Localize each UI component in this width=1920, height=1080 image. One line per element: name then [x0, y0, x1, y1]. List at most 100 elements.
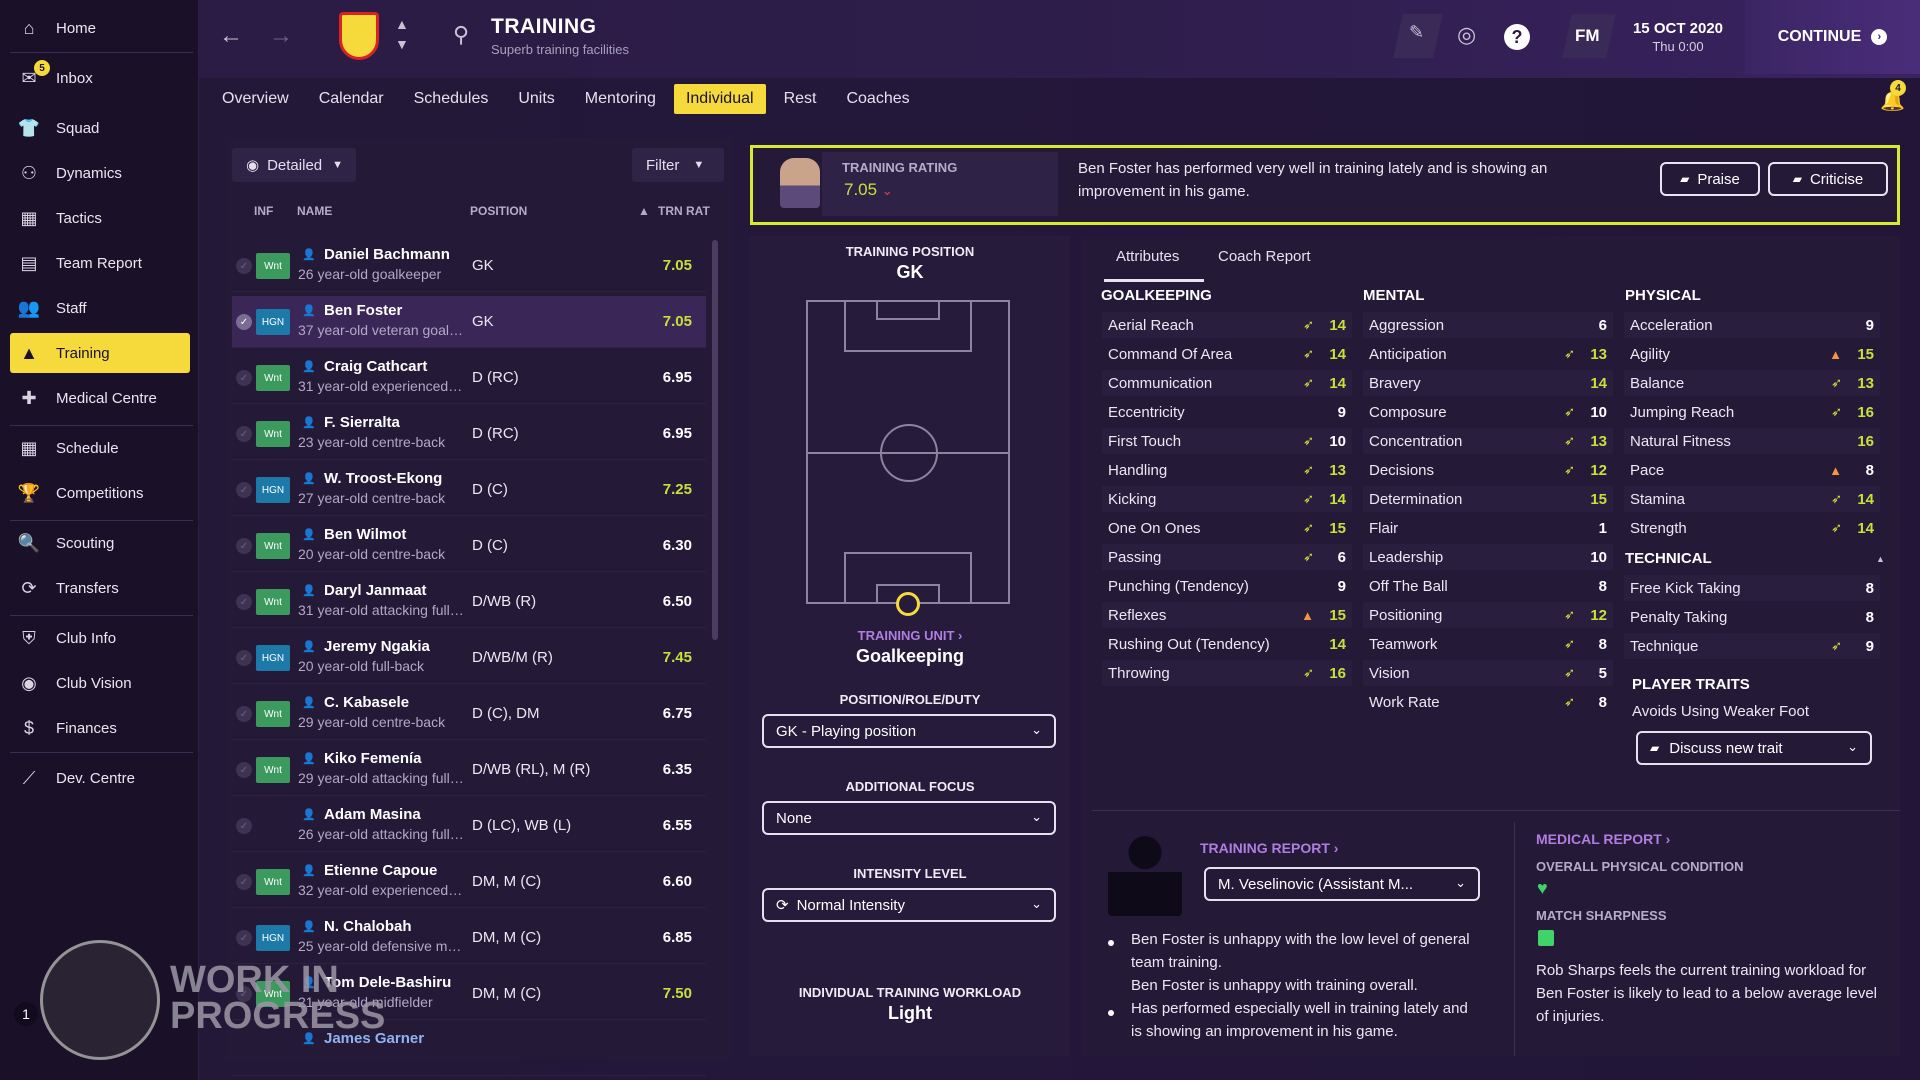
sidebar-item-finances[interactable]: $ Finances: [10, 708, 190, 748]
column-header-rating[interactable]: TRN RAT: [658, 204, 710, 218]
club-badge-icon[interactable]: [339, 12, 379, 60]
notifications-icon[interactable]: 🔔 4: [1880, 80, 1906, 113]
select-checkbox[interactable]: ✓: [236, 818, 252, 834]
sidebar-item-club-info[interactable]: ⛨ Club Info: [10, 618, 190, 658]
sidebar-item-competitions[interactable]: 🏆 Competitions: [10, 473, 190, 513]
player-name[interactable]: Daniel Bachmann: [324, 246, 450, 263]
select-checkbox[interactable]: ✓: [236, 426, 252, 442]
select-checkbox[interactable]: ✓: [236, 482, 252, 498]
sidebar-item-home[interactable]: ⌂ Home: [10, 8, 190, 48]
sidebar-item-dev-centre[interactable]: ⟋ Dev. Centre: [10, 758, 190, 798]
player-row[interactable]: ✓ 👤 Adam Masina 26 year-old attacking full-…: [232, 800, 706, 852]
attribute-row[interactable]: Handling ➶ 13: [1102, 457, 1352, 483]
list-scrollbar[interactable]: [712, 240, 718, 640]
sidebar-item-club-vision[interactable]: ◉ Club Vision: [10, 663, 190, 703]
date-display[interactable]: 15 OCT 2020 Thu 0:00: [1612, 0, 1744, 74]
sidebar-item-medical-centre[interactable]: ✚ Medical Centre: [10, 378, 190, 418]
attribute-row[interactable]: Positioning ➶ 12: [1363, 602, 1613, 628]
player-name[interactable]: Ben Wilmot: [324, 526, 406, 543]
training-report-link[interactable]: TRAINING REPORT ›: [1200, 840, 1338, 856]
collapse-icon[interactable]: ▲: [1876, 554, 1885, 564]
filter-button[interactable]: Filter ▼: [632, 148, 724, 182]
attribute-row[interactable]: Pace ▲ 8: [1624, 457, 1880, 483]
sidebar-item-transfers[interactable]: ⟳ Transfers: [10, 568, 190, 608]
select-checkbox[interactable]: ✓: [236, 762, 252, 778]
attribute-row[interactable]: Eccentricity 9: [1102, 399, 1352, 425]
attribute-row[interactable]: Passing ➶ 6: [1102, 544, 1352, 570]
attribute-row[interactable]: Aggression 6: [1363, 312, 1613, 338]
forward-arrow-icon[interactable]: →: [269, 22, 293, 50]
tab-coach-report[interactable]: Coach Report: [1218, 248, 1311, 265]
tab-schedules[interactable]: Schedules: [414, 84, 489, 114]
player-name[interactable]: Jeremy Ngakia: [324, 638, 430, 655]
attribute-row[interactable]: Reflexes ▲ 15: [1102, 602, 1352, 628]
tab-attributes[interactable]: Attributes: [1116, 248, 1179, 265]
search-icon[interactable]: ⚲: [453, 22, 469, 48]
attribute-row[interactable]: Punching (Tendency) 9: [1102, 573, 1352, 599]
attribute-row[interactable]: Natural Fitness 16: [1624, 428, 1880, 454]
attribute-row[interactable]: Penalty Taking 8: [1624, 604, 1880, 630]
attribute-row[interactable]: Bravery 14: [1363, 370, 1613, 396]
intensity-level-dropdown[interactable]: ⟳ Normal Intensity ⌄: [762, 888, 1056, 922]
player-row[interactable]: ✓ Wnt 👤 C. Kabasele 29 year-old centre-back D…: [232, 688, 706, 740]
attribute-row[interactable]: Rushing Out (Tendency) 14: [1102, 631, 1352, 657]
player-name[interactable]: Kiko Femenía: [324, 750, 422, 767]
select-checkbox[interactable]: ✓: [236, 650, 252, 666]
attribute-row[interactable]: Free Kick Taking 8: [1624, 575, 1880, 601]
tab-units[interactable]: Units: [518, 84, 554, 114]
help-icon[interactable]: ?: [1504, 24, 1530, 50]
tab-rest[interactable]: Rest: [784, 84, 817, 114]
select-checkbox[interactable]: ✓: [236, 314, 252, 330]
select-checkbox[interactable]: ✓: [236, 706, 252, 722]
pitch-diagram[interactable]: [806, 300, 1010, 616]
attribute-row[interactable]: First Touch ➶ 10: [1102, 428, 1352, 454]
sidebar-item-tactics[interactable]: ▦ Tactics: [10, 198, 190, 238]
column-header-inf[interactable]: INF: [254, 204, 273, 218]
attribute-row[interactable]: Balance ➶ 13: [1624, 370, 1880, 396]
player-row[interactable]: ✓ HGN 👤 Ben Foster 37 year-old veteran goalk…: [232, 296, 706, 348]
player-name[interactable]: N. Chalobah: [324, 918, 412, 935]
sidebar-item-inbox[interactable]: ✉ 5 Inbox: [10, 58, 190, 98]
player-name[interactable]: Adam Masina: [324, 806, 421, 823]
player-row[interactable]: ✓ Wnt 👤 Ben Wilmot 20 year-old centre-back D …: [232, 520, 706, 572]
player-name[interactable]: Etienne Capoue: [324, 862, 437, 879]
select-checkbox[interactable]: ✓: [236, 874, 252, 890]
sidebar-item-training[interactable]: ▲ Training: [10, 333, 190, 373]
select-checkbox[interactable]: ✓: [236, 930, 252, 946]
player-name[interactable]: Craig Cathcart: [324, 358, 427, 375]
player-row[interactable]: ✓ HGN 👤 Jeremy Ngakia 20 year-old full-back D…: [232, 632, 706, 684]
attribute-row[interactable]: Kicking ➶ 14: [1102, 486, 1352, 512]
player-name[interactable]: C. Kabasele: [324, 694, 409, 711]
discuss-trait-dropdown[interactable]: ▰ Discuss new trait ⌄: [1636, 731, 1872, 765]
player-name[interactable]: Daryl Janmaat: [324, 582, 427, 599]
column-header-name[interactable]: NAME: [297, 204, 332, 218]
medical-report-link[interactable]: MEDICAL REPORT ›: [1536, 831, 1670, 847]
select-checkbox[interactable]: ✓: [236, 538, 252, 554]
attribute-row[interactable]: One On Ones ➶ 15: [1102, 515, 1352, 541]
attribute-row[interactable]: Leadership 10: [1363, 544, 1613, 570]
sidebar-item-staff[interactable]: 👥 Staff: [10, 288, 190, 328]
sidebar-item-scouting[interactable]: 🔍 Scouting: [10, 523, 190, 563]
sidebar-item-squad[interactable]: 👕 Squad: [10, 108, 190, 148]
player-row[interactable]: ✓ Wnt 👤 F. Sierralta 23 year-old centre-back…: [232, 408, 706, 460]
player-row[interactable]: ✓ Wnt 👤 Craig Cathcart 31 year-old experienc…: [232, 352, 706, 404]
tab-individual[interactable]: Individual: [673, 84, 766, 114]
sidebar-item-dynamics[interactable]: ⚇ Dynamics: [10, 153, 190, 193]
tab-calendar[interactable]: Calendar: [319, 84, 384, 114]
select-checkbox[interactable]: ✓: [236, 594, 252, 610]
column-header-position[interactable]: POSITION: [470, 204, 527, 218]
attribute-row[interactable]: Flair 1: [1363, 515, 1613, 541]
training-unit-link[interactable]: TRAINING UNIT ›: [750, 628, 1070, 643]
attribute-row[interactable]: Decisions ➶ 12: [1363, 457, 1613, 483]
attribute-row[interactable]: Determination 15: [1363, 486, 1613, 512]
attribute-row[interactable]: Strength ➶ 14: [1624, 515, 1880, 541]
attribute-row[interactable]: Concentration ➶ 13: [1363, 428, 1613, 454]
bottom-count[interactable]: 1: [14, 1002, 38, 1026]
attribute-row[interactable]: Command Of Area ➶ 14: [1102, 341, 1352, 367]
attribute-row[interactable]: Throwing ➶ 16: [1102, 660, 1352, 686]
select-checkbox[interactable]: ✓: [236, 258, 252, 274]
sort-ascending-icon[interactable]: ▲: [638, 204, 650, 218]
player-row[interactable]: ✓ HGN 👤 N. Chalobah 25 year-old defensive mi…: [232, 912, 706, 964]
tab-overview[interactable]: Overview: [222, 84, 289, 114]
chevron-down-icon[interactable]: ▼: [395, 36, 409, 52]
